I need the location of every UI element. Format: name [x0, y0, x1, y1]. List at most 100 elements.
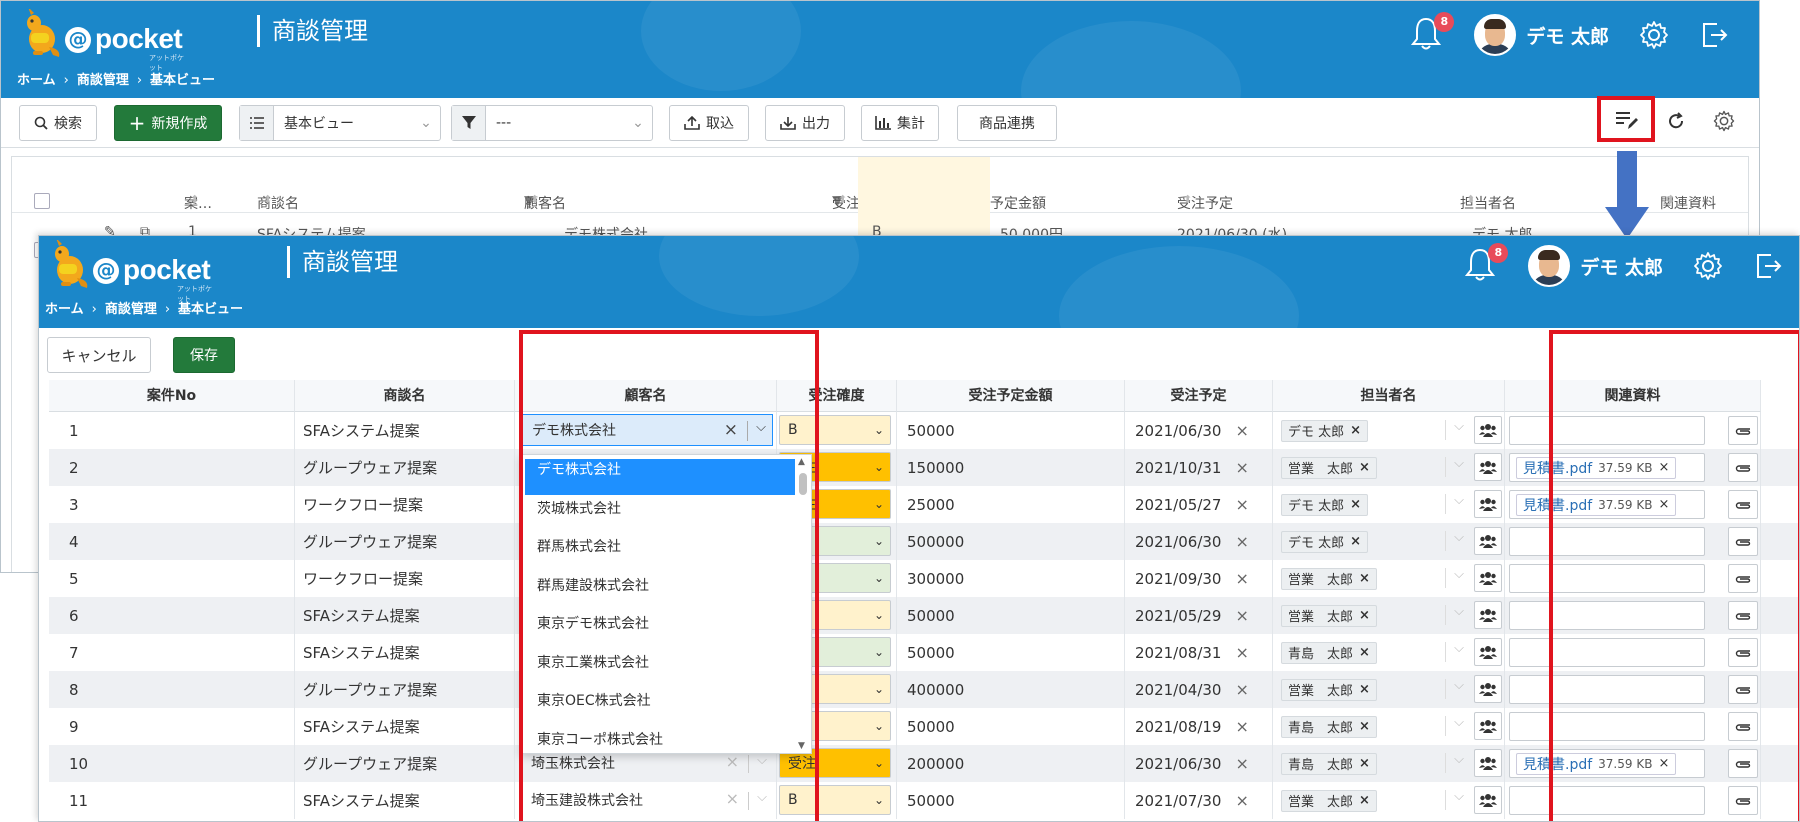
cancel-button[interactable]: キャンセル — [47, 337, 151, 373]
clear-date-icon[interactable]: × — [1235, 569, 1248, 588]
remove-owner-icon[interactable]: × — [1359, 608, 1370, 623]
clear-date-icon[interactable]: × — [1235, 754, 1248, 773]
cell-amount[interactable]: 300000 — [897, 560, 1125, 597]
clear-date-icon[interactable]: × — [1235, 643, 1248, 662]
column-header-amount: 受注予定金額 — [897, 380, 1125, 412]
aggregate-button[interactable]: 集計 — [861, 105, 939, 141]
import-button[interactable]: 取込 — [669, 105, 749, 141]
cell-date[interactable]: 2021/06/30 × — [1125, 412, 1273, 449]
clear-date-icon[interactable]: × — [1235, 532, 1248, 551]
remove-owner-icon[interactable]: × — [1359, 793, 1370, 808]
chevron-down-icon[interactable]: ⌵ — [1454, 678, 1464, 693]
clear-date-icon[interactable]: × — [1235, 495, 1248, 514]
cell-amount[interactable]: 150000 — [897, 449, 1125, 486]
export-button[interactable]: 出力 — [765, 105, 845, 141]
select-users-button[interactable] — [1474, 490, 1502, 518]
save-button[interactable]: 保存 — [173, 337, 235, 373]
cell-date[interactable]: 2021/05/29 × — [1125, 597, 1273, 634]
chevron-down-icon[interactable]: ⌵ — [1454, 715, 1464, 730]
cell-amount[interactable]: 50000 — [897, 708, 1125, 745]
filter-select-value: --- — [496, 115, 512, 131]
clear-date-icon[interactable]: × — [1235, 680, 1248, 699]
breadcrumb-module[interactable]: 商談管理 — [77, 69, 129, 88]
chevron-down-icon[interactable]: ⌵ — [1454, 419, 1464, 434]
cell-date[interactable]: 2021/05/27 × — [1125, 486, 1273, 523]
logout-icon[interactable] — [1699, 20, 1729, 50]
select-users-button[interactable] — [1474, 527, 1502, 555]
remove-owner-icon[interactable]: × — [1350, 423, 1361, 438]
user-menu[interactable]: デモ 太郎 — [1528, 245, 1663, 287]
settings-gear-icon[interactable] — [1713, 110, 1735, 132]
select-users-button[interactable] — [1474, 638, 1502, 666]
remove-owner-icon[interactable]: × — [1350, 497, 1361, 512]
pocket-logo[interactable]: @ pocket アットポケット — [17, 9, 187, 72]
clear-date-icon[interactable]: × — [1235, 458, 1248, 477]
product-link-button[interactable]: 商品連携 — [957, 105, 1057, 141]
select-users-button[interactable] — [1474, 601, 1502, 629]
notification-bell-icon[interactable]: 8 — [1410, 12, 1455, 54]
cell-amount[interactable]: 500000 — [897, 523, 1125, 560]
cell-date[interactable]: 2021/06/30 × — [1125, 523, 1273, 560]
remove-owner-icon[interactable]: × — [1359, 682, 1370, 697]
select-users-button[interactable] — [1474, 416, 1502, 444]
cell-date[interactable]: 2021/04/30 × — [1125, 671, 1273, 708]
cell-date[interactable]: 2021/08/19 × — [1125, 708, 1273, 745]
cell-date[interactable]: 2021/08/31 × — [1125, 634, 1273, 671]
breadcrumb-module[interactable]: 商談管理 — [105, 298, 157, 317]
select-users-button[interactable] — [1474, 675, 1502, 703]
chevron-down-icon[interactable]: ⌵ — [1454, 530, 1464, 545]
cell-no: 11 — [49, 782, 295, 819]
remove-owner-icon[interactable]: × — [1359, 571, 1370, 586]
chevron-down-icon[interactable]: ⌵ — [1454, 752, 1464, 767]
refresh-icon[interactable] — [1667, 112, 1685, 130]
filter-select[interactable]: --- ⌄ — [451, 105, 653, 141]
select-users-button[interactable] — [1474, 786, 1502, 814]
chevron-down-icon[interactable]: ⌵ — [1454, 641, 1464, 656]
pocket-logo[interactable]: @ pocket アットポケット — [45, 240, 215, 303]
cell-date[interactable]: 2021/06/30 × — [1125, 745, 1273, 782]
chevron-down-icon[interactable]: ⌵ — [1454, 567, 1464, 582]
breadcrumb-home[interactable]: ホーム — [17, 69, 56, 88]
gear-icon[interactable] — [1639, 20, 1669, 50]
cell-date[interactable]: 2021/07/30 × — [1125, 782, 1273, 819]
bulk-edit-icon[interactable] — [1615, 111, 1639, 131]
clear-date-icon[interactable]: × — [1235, 606, 1248, 625]
bulk-edit-window: @ pocket アットポケット 商談管理 ホーム › 商談管理 › 基本ビュー 8 デ… — [38, 235, 1800, 822]
view-select[interactable]: 基本ビュー ⌄ — [239, 105, 441, 141]
cell-amount[interactable]: 400000 — [897, 671, 1125, 708]
chevron-down-icon[interactable]: ⌵ — [1454, 456, 1464, 471]
cell-date[interactable]: 2021/09/30 × — [1125, 560, 1273, 597]
select-users-button[interactable] — [1474, 453, 1502, 481]
users-icon — [1479, 535, 1497, 548]
chevron-down-icon[interactable]: ⌵ — [1454, 604, 1464, 619]
cell-amount[interactable]: 50000 — [897, 597, 1125, 634]
remove-owner-icon[interactable]: × — [1359, 645, 1370, 660]
chevron-down-icon[interactable]: ⌵ — [1454, 789, 1464, 804]
remove-owner-icon[interactable]: × — [1359, 719, 1370, 734]
notification-bell-icon[interactable]: 8 — [1464, 243, 1509, 285]
cell-date[interactable]: 2021/10/31 × — [1125, 449, 1273, 486]
chevron-down-icon[interactable]: ⌵ — [1454, 493, 1464, 508]
cell-amount[interactable]: 50000 — [897, 412, 1125, 449]
remove-owner-icon[interactable]: × — [1350, 534, 1361, 549]
clear-date-icon[interactable]: × — [1235, 791, 1248, 810]
clear-date-icon[interactable]: × — [1235, 717, 1248, 736]
breadcrumb-home[interactable]: ホーム — [45, 298, 84, 317]
select-users-button[interactable] — [1474, 749, 1502, 777]
filter-icon — [452, 106, 486, 140]
cell-amount[interactable]: 200000 — [897, 745, 1125, 782]
select-users-button[interactable] — [1474, 712, 1502, 740]
remove-owner-icon[interactable]: × — [1359, 460, 1370, 475]
cell-amount[interactable]: 50000 — [897, 782, 1125, 819]
logout-icon[interactable] — [1753, 251, 1783, 281]
search-button[interactable]: 検索 — [19, 105, 97, 141]
select-users-button[interactable] — [1474, 564, 1502, 592]
remove-owner-icon[interactable]: × — [1359, 756, 1370, 771]
cell-owner: デモ 太郎 × ⌵ — [1273, 523, 1505, 560]
cell-amount[interactable]: 50000 — [897, 634, 1125, 671]
user-menu[interactable]: デモ 太郎 — [1474, 14, 1609, 56]
gear-icon[interactable] — [1693, 251, 1723, 281]
new-record-button[interactable]: + 新規作成 — [114, 105, 222, 141]
cell-amount[interactable]: 25000 — [897, 486, 1125, 523]
clear-date-icon[interactable]: × — [1235, 421, 1248, 440]
